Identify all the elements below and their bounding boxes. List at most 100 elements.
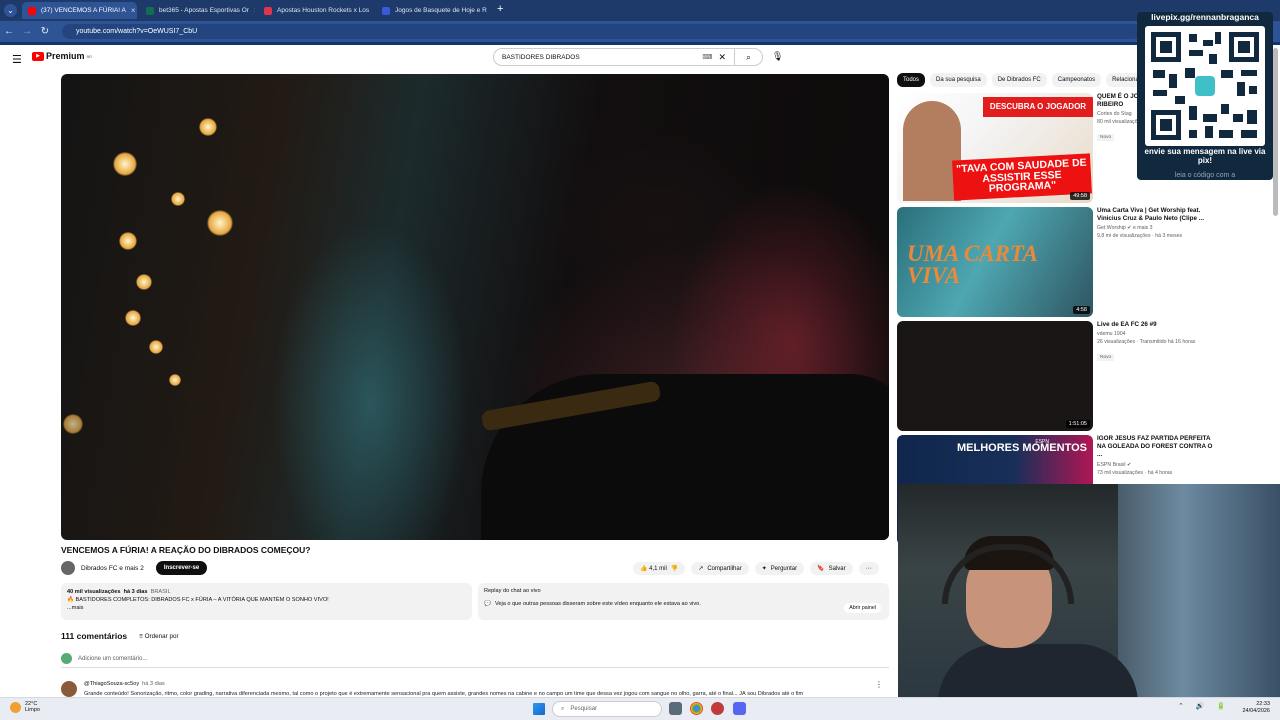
chat-icon: 💬 <box>484 601 491 607</box>
like-dislike-group: 👍 4,1 mil 👎 <box>633 562 686 575</box>
qr-code-icon <box>1145 26 1265 146</box>
back-icon[interactable]: ← <box>0 26 18 37</box>
sort-button[interactable]: ≡ Ordenar por <box>139 633 178 640</box>
save-button[interactable]: 🔖 Salvar <box>810 562 853 575</box>
video-thumbnail[interactable]: DESCUBRA O JOGADOR "TAVA COM SAUDADE DE … <box>897 93 1093 203</box>
taskbar-search[interactable]: ⌕ Pesquisar <box>552 701 662 717</box>
comment-author[interactable]: @ThiagoSouza-sc5oy <box>84 681 139 687</box>
video-thumbnail[interactable]: UMA CARTA VIVA 4:58 <box>897 207 1093 317</box>
weather-widget[interactable]: 22°C Limpo <box>10 701 40 713</box>
chip-from-search[interactable]: Da sua pesquisa <box>930 73 987 87</box>
thumbnail-face <box>903 101 961 201</box>
more-actions-button[interactable]: ⋯ <box>858 562 879 575</box>
url-field[interactable]: youtube.com/watch?v=OeWUSI7_CbU <box>62 24 1142 39</box>
site-favicon-icon <box>382 6 390 15</box>
chrome-icon[interactable] <box>690 702 703 715</box>
livepix-handle: livepix.gg/rennanbraganca <box>1151 12 1259 22</box>
dislike-button[interactable]: 👎 <box>671 565 678 572</box>
video-title: VENCEMOS A FÚRIA! A REAÇÃO DO DIBRADOS C… <box>61 545 311 555</box>
comment-count: 111 comentários <box>61 631 128 641</box>
thumbs-up-icon: 👍 <box>640 566 648 572</box>
weather-icon <box>10 701 21 713</box>
bet365-favicon-icon <box>146 6 154 15</box>
bokeh-light <box>207 210 233 236</box>
task-view-icon[interactable] <box>669 702 682 715</box>
open-panel-button[interactable]: Abrir painel <box>844 603 881 613</box>
clock[interactable]: 22:33 24/04/2026 <box>1242 701 1270 715</box>
play-logo-icon: ▶ <box>32 51 44 61</box>
clear-search-icon[interactable]: ✕ <box>718 52 726 63</box>
qr-code-graphic <box>1151 32 1259 140</box>
sort-icon: ≡ <box>139 632 143 640</box>
tab-apostas-houston[interactable]: Apostas Houston Rockets x Los × <box>258 2 373 19</box>
bokeh-light <box>63 414 83 434</box>
bet-favicon-icon <box>264 6 272 15</box>
search-button[interactable]: ⌕ <box>734 49 762 65</box>
video-thumbnail[interactable]: 1:51:05 <box>897 321 1093 431</box>
search-icon: ⌕ <box>561 705 565 712</box>
keyboard-icon[interactable]: ⌨ <box>702 53 712 61</box>
search-input[interactable]: BASTIDORES DIBRADOS ⌨ ✕ ⌕ <box>493 48 763 66</box>
bokeh-light <box>136 274 152 290</box>
channel-name[interactable]: Dibrados FC e mais 2 <box>81 565 144 572</box>
recommendation-item[interactable]: UMA CARTA VIVA 4:58 Uma Carta Viva | Get… <box>897 207 1277 319</box>
bokeh-light <box>119 232 137 250</box>
sparkle-icon: ✦ <box>761 566 767 572</box>
add-comment-row[interactable]: Adicione um comentário... <box>61 653 889 668</box>
streamer-body <box>938 644 1138 698</box>
windows-taskbar: 22°C Limpo ⌕ Pesquisar ⌃ 🔊 🔋 22:33 24/04/20… <box>0 697 1280 720</box>
video-actions: 👍 4,1 mil 👎 ↗ Compartilhar ✦ Perguntar 🔖 Sa… <box>633 562 879 575</box>
headphones-icon <box>942 544 1074 604</box>
comment-menu-icon[interactable]: ⋮ <box>875 680 883 689</box>
subscribe-button[interactable]: Inscrever-se <box>155 561 208 575</box>
chip-championships[interactable]: Campeonatos <box>1051 73 1102 87</box>
comments-header: 111 comentários ≡ Ordenar por <box>61 631 179 641</box>
youtube-premium-logo[interactable]: ▶ Premium BR <box>32 51 92 61</box>
bokeh-light <box>199 118 217 136</box>
chat-replay-title: Replay do chat ao vivo <box>484 588 541 594</box>
system-tray[interactable]: ⌃ 🔊 🔋 <box>1178 702 1230 710</box>
tab-youtube[interactable]: (37) VENCEMOS A FÚRIA! A × <box>22 2 137 19</box>
start-button[interactable] <box>533 703 545 715</box>
tab-search-icon[interactable]: ⌄ <box>4 4 17 17</box>
show-more-link[interactable]: ...mais <box>67 604 466 612</box>
filter-chips: Todos Da sua pesquisa De Dibrados FC Cam… <box>897 73 1155 87</box>
commenter-avatar[interactable] <box>61 681 77 697</box>
close-tab-icon[interactable]: × <box>131 6 136 15</box>
discord-icon[interactable] <box>733 702 746 715</box>
like-button[interactable]: 👍 4,1 mil <box>640 565 667 572</box>
close-tab-icon[interactable]: × <box>254 6 255 15</box>
bokeh-light <box>169 374 181 386</box>
forward-icon[interactable]: → <box>18 26 36 37</box>
tab-bet365[interactable]: bet365 - Apostas Esportivas Or × <box>140 2 255 19</box>
microphone-icon[interactable]: 🎙 <box>772 51 783 62</box>
bokeh-light <box>113 152 137 176</box>
bokeh-light <box>125 310 141 326</box>
youtube-favicon-icon <box>28 6 36 15</box>
description-text: 🔥 BASTIDORES COMPLETOS: DIBRADOS FC x FÚ… <box>67 597 329 604</box>
chip-from-channel[interactable]: De Dibrados FC <box>991 73 1047 87</box>
reload-icon[interactable]: ↻ <box>36 26 54 37</box>
video-player[interactable] <box>61 74 889 540</box>
channel-avatar[interactable] <box>61 561 75 575</box>
chip-all[interactable]: Todos <box>897 73 926 87</box>
tab-jogos-basquete[interactable]: Jogos de Basquete de Hoje e R × <box>376 2 491 19</box>
livepix-overlay: livepix.gg/rennanbraganca envie sua mens… <box>1137 12 1273 180</box>
share-icon: ↗ <box>698 566 704 572</box>
comment-input[interactable]: Adicione um comentário... <box>78 656 147 662</box>
new-tab-button[interactable]: + <box>497 3 503 15</box>
person-jacket <box>481 374 889 540</box>
browser-tab-strip: ⌄ (37) VENCEMOS A FÚRIA! A × bet365 - Ap… <box>0 0 1280 21</box>
menu-icon[interactable]: ☰ <box>12 53 22 66</box>
app-icon[interactable] <box>711 702 724 715</box>
share-button[interactable]: ↗ Compartilhar <box>691 562 749 575</box>
recommendation-item[interactable]: 1:51:05 Live de EA FC 26 #9 vdemu 1904 2… <box>897 321 1277 433</box>
webcam-overlay <box>898 484 1280 698</box>
description-box[interactable]: 40 mil visualizações há 3 dias BRASIL 🔥 … <box>61 583 472 620</box>
scrollbar[interactable] <box>1273 48 1278 216</box>
bokeh-light <box>171 192 185 206</box>
bokeh-light <box>149 340 163 354</box>
ask-button[interactable]: ✦ Perguntar <box>754 562 805 575</box>
livepix-caption: envie sua mensagem na live via pix! <box>1144 147 1266 165</box>
background-shelf <box>1118 484 1280 698</box>
